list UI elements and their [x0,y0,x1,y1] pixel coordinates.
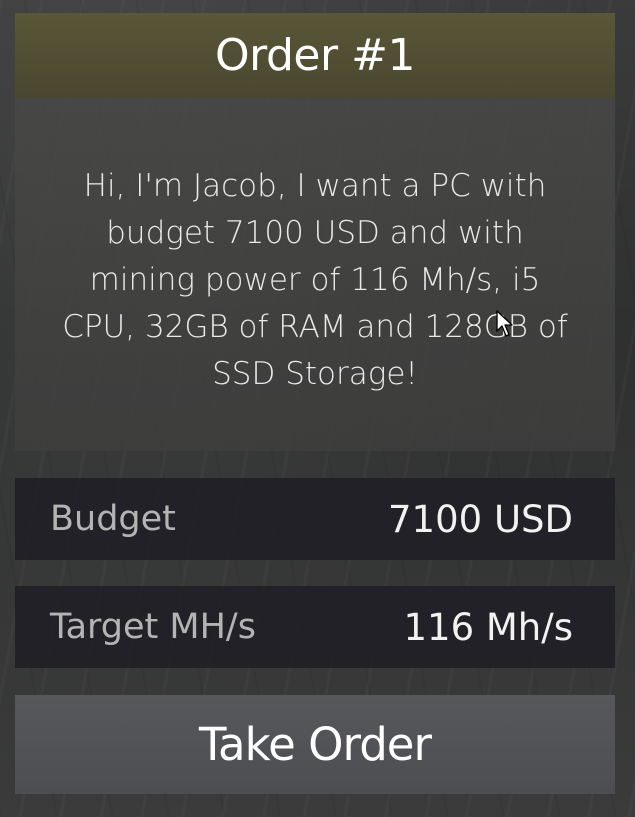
order-message-box: Hi, I'm Jacob, I want a PC with budget 7… [15,98,615,451]
order-card: Order #1 Hi, I'm Jacob, I want a PC with… [15,13,615,794]
budget-row: Budget 7100 USD [15,478,615,560]
order-title: Order #1 [215,30,415,81]
mouse-cursor-icon [496,310,513,337]
target-hashrate-value: 116 Mh/s [403,605,574,649]
target-hashrate-row: Target MH/s 116 Mh/s [15,586,615,668]
order-message: Hi, I'm Jacob, I want a PC with budget 7… [62,168,568,392]
take-order-button[interactable]: Take Order [15,695,615,794]
target-hashrate-label: Target MH/s [50,607,256,647]
budget-value: 7100 USD [388,497,573,541]
take-order-label: Take Order [199,718,432,771]
order-header: Order #1 [15,13,615,98]
budget-label: Budget [50,499,176,539]
